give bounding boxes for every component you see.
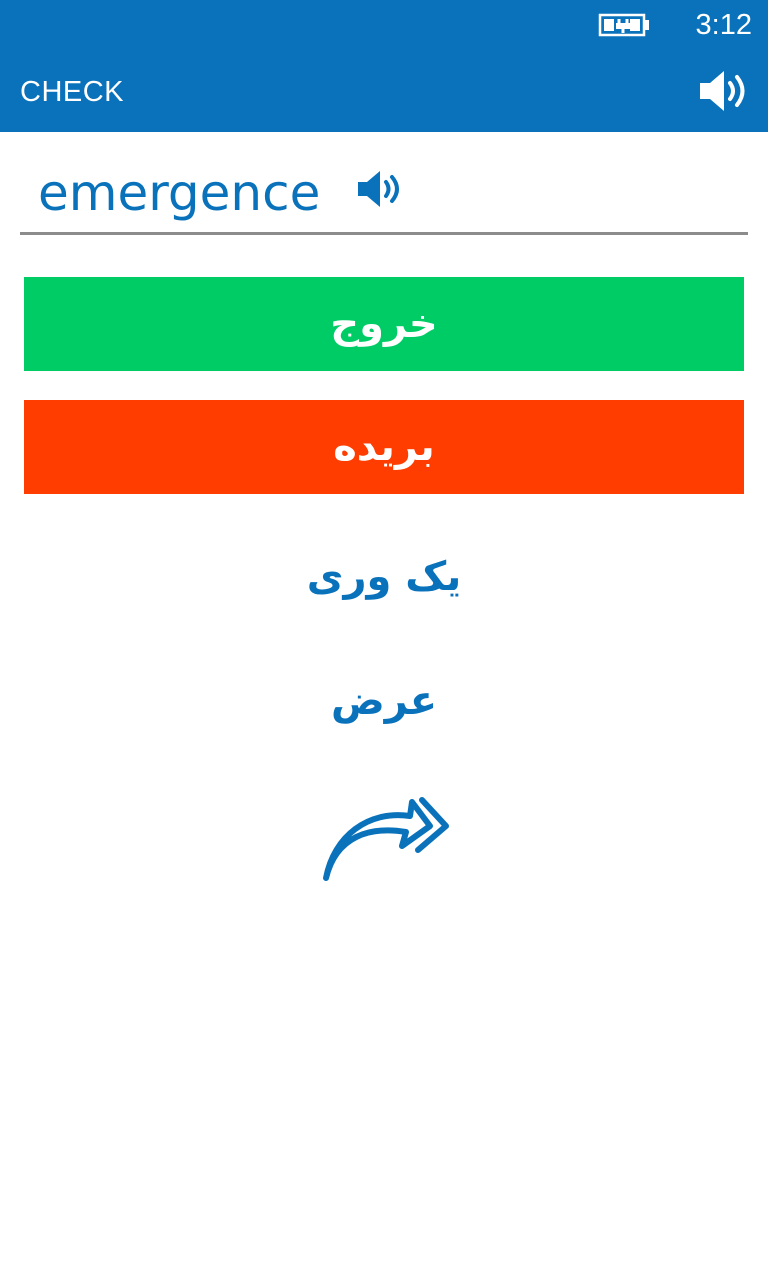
page-title: CHECK	[20, 76, 125, 108]
forward-arrow-icon[interactable]	[318, 796, 454, 886]
answer-option-label: یک وری	[306, 554, 462, 600]
answer-option-4[interactable]: عرض	[24, 654, 744, 748]
status-time: 3:12	[695, 9, 752, 41]
speaker-icon[interactable]	[698, 68, 750, 114]
speaker-icon[interactable]	[354, 166, 406, 212]
quiz-word: emergence	[38, 164, 321, 222]
answer-option-label: عرض	[331, 678, 438, 724]
answer-option-label: خروج	[330, 301, 438, 347]
answer-option-3[interactable]: یک وری	[24, 530, 744, 624]
answer-option-1[interactable]: خروج	[24, 277, 744, 371]
status-bar: 3:12	[0, 0, 768, 52]
battery-charging-icon	[598, 13, 649, 37]
answer-option-2[interactable]: بریده	[24, 400, 744, 494]
answer-option-label: بریده	[333, 424, 435, 470]
app-header: CHECK	[0, 52, 768, 132]
quiz-word-field: emergence	[20, 150, 748, 235]
